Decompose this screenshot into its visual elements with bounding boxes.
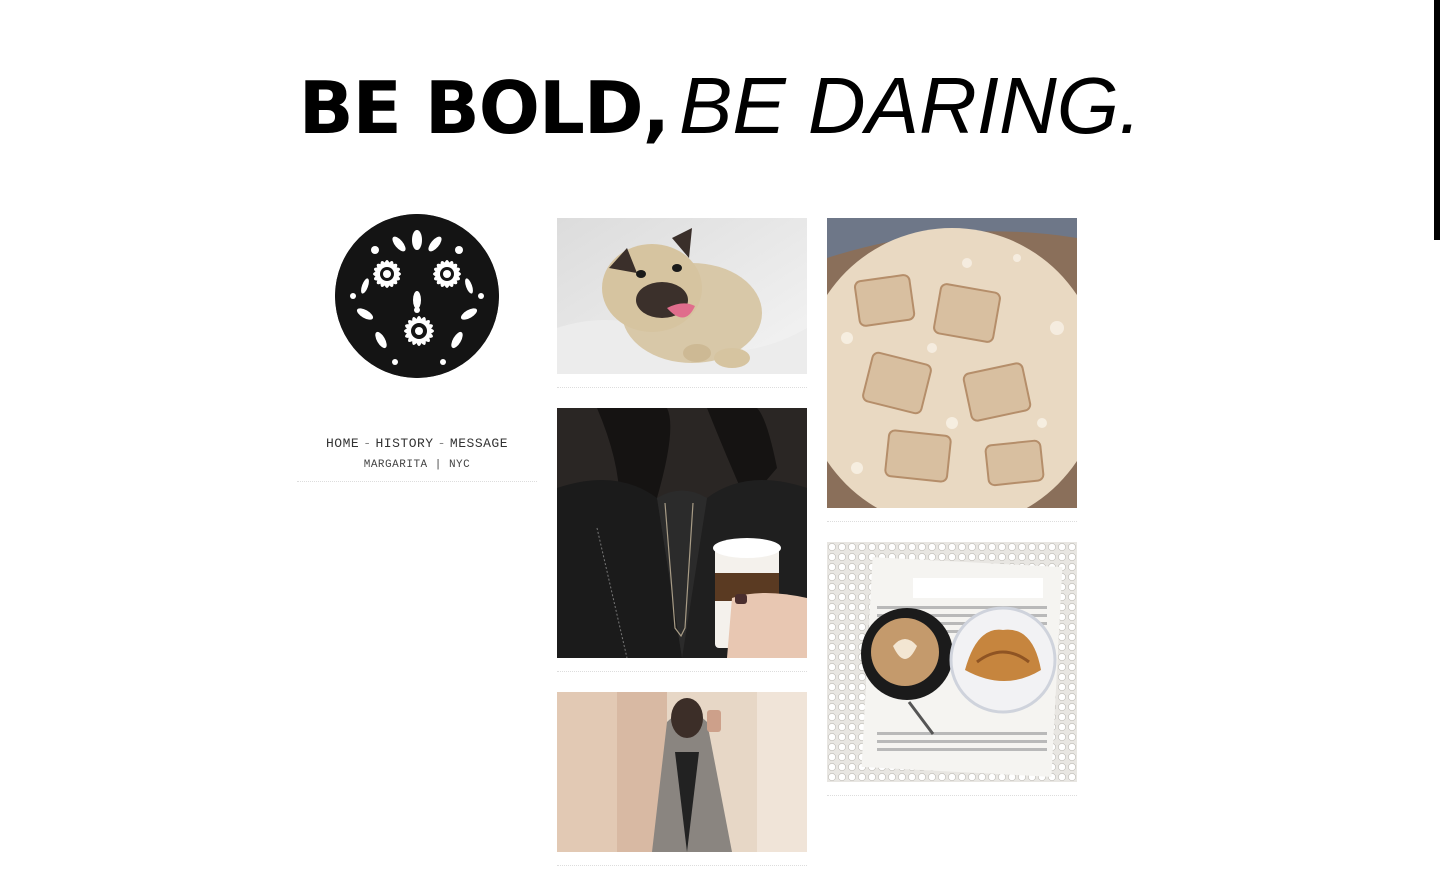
nav-separator: - bbox=[363, 436, 372, 451]
posts-column-2 bbox=[827, 218, 1077, 816]
blog-subtitle: MARGARITA | NYC bbox=[297, 459, 537, 482]
title-italic-part: BE DARING. bbox=[678, 61, 1142, 150]
fitting-room-selfie-photo[interactable] bbox=[557, 692, 807, 852]
pug-photo[interactable] bbox=[557, 218, 807, 374]
post bbox=[557, 408, 807, 672]
nav-separator: - bbox=[437, 436, 446, 451]
nav-history-link[interactable]: HISTORY bbox=[376, 436, 434, 451]
title-bold-part: BE BOLD, bbox=[298, 66, 670, 150]
newspaper-latte-croissant-photo[interactable] bbox=[827, 542, 1077, 782]
iced-coffee-photo[interactable] bbox=[827, 218, 1077, 508]
post bbox=[827, 542, 1077, 796]
posts-column-1 bbox=[557, 218, 807, 886]
post bbox=[557, 692, 807, 866]
post bbox=[557, 218, 807, 388]
leather-jacket-coffee-photo[interactable] bbox=[557, 408, 807, 658]
sidebar: HOME - HISTORY - MESSAGE MARGARITA | NYC bbox=[297, 214, 537, 482]
nav-message-link[interactable]: MESSAGE bbox=[450, 436, 508, 451]
avatar[interactable] bbox=[335, 214, 499, 378]
floral-medallion-icon bbox=[335, 214, 499, 378]
post bbox=[827, 218, 1077, 522]
nav-home-link[interactable]: HOME bbox=[326, 436, 359, 451]
main-nav: HOME - HISTORY - MESSAGE bbox=[297, 436, 537, 451]
blog-title: BE BOLD, BE DARING. bbox=[0, 66, 1440, 146]
